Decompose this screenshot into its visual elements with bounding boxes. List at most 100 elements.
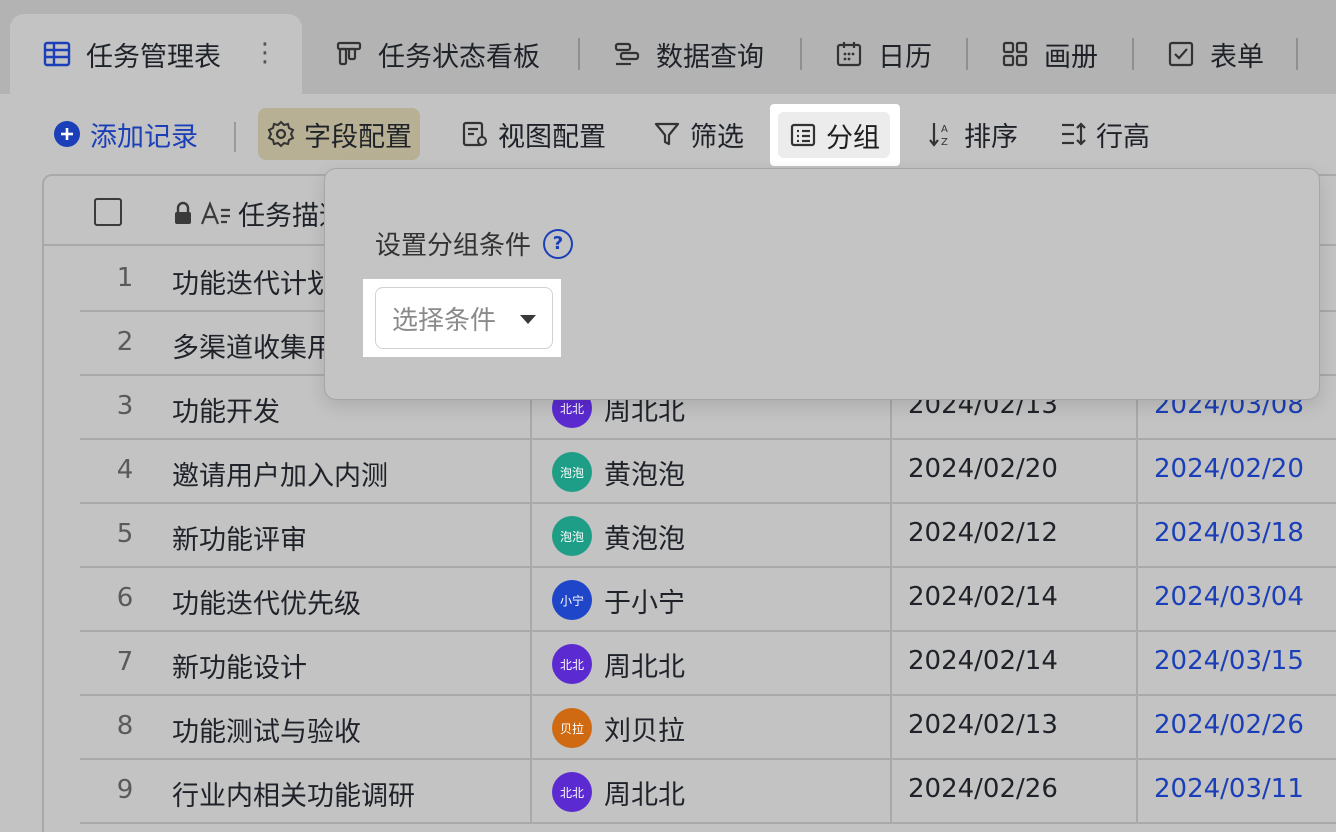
task-cell[interactable]: 邀请用户加入内测 [172, 454, 388, 493]
field-config-button[interactable]: 字段配置 [258, 108, 420, 160]
end-date-cell[interactable]: 2024/03/15 [1136, 632, 1336, 696]
avatar: 贝拉 [552, 708, 592, 748]
task-cell[interactable]: 功能测试与验收 [172, 710, 361, 749]
start-date-cell[interactable]: 2024/02/14 [890, 568, 1136, 632]
task-cell[interactable]: 新功能评审 [172, 518, 307, 557]
end-date-cell[interactable]: 2024/03/04 [1136, 568, 1336, 632]
end-date-cell[interactable]: 2024/02/26 [1136, 696, 1336, 760]
row-number: 8 [116, 711, 134, 741]
row-height-button[interactable]: 行高 [1050, 108, 1158, 160]
help-icon[interactable]: ? [543, 228, 574, 259]
popover-title: 设置分组条件 ? [375, 225, 574, 262]
more-options-icon[interactable]: ⋮ [252, 38, 278, 68]
end-date-cell[interactable]: 2024/02/20 [1136, 440, 1336, 504]
start-date-cell[interactable]: 2024/02/12 [890, 504, 1136, 568]
text-field-icon [200, 200, 232, 228]
task-cell[interactable]: 行业内相关功能调研 [172, 774, 415, 813]
field-config-label: 字段配置 [304, 121, 412, 153]
owner-cell[interactable]: 北北 周北北 [530, 760, 890, 824]
view-tab-bar: 任务管理表 ⋮ 任务状态看板 数据查询 日历 画册 表单 [0, 0, 1336, 94]
form-icon [1166, 39, 1196, 69]
caret-down-icon [520, 315, 536, 324]
owner-cell[interactable]: 泡泡 黄泡泡 [530, 440, 890, 504]
select-all-checkbox[interactable] [94, 198, 122, 226]
start-date-cell[interactable]: 2024/02/13 [890, 696, 1136, 760]
owner-cell[interactable]: 泡泡 黄泡泡 [530, 504, 890, 568]
row-number: 2 [116, 327, 134, 357]
svg-text:A: A [941, 124, 948, 135]
row-height-icon [1058, 119, 1088, 149]
tab-task-table[interactable]: 任务管理表 ⋮ [10, 14, 302, 94]
owner-cell[interactable]: 小宁 于小宁 [530, 568, 890, 632]
owner-name: 黄泡泡 [604, 459, 685, 491]
task-cell[interactable]: 功能开发 [172, 390, 280, 429]
table-row[interactable]: 9 行业内相关功能调研 北北 周北北 2024/02/26 2024/03/11 [80, 760, 1336, 824]
sort-label: 排序 [964, 121, 1018, 153]
sort-az-icon: AZ [926, 119, 956, 149]
tab-label: 任务状态看板 [378, 41, 540, 73]
start-date-cell[interactable]: 2024/02/20 [890, 440, 1136, 504]
group-settings-popover: 设置分组条件 ? 选择条件 [324, 168, 1320, 400]
calendar-icon [834, 39, 864, 69]
tab-divider [800, 38, 802, 70]
group-button[interactable]: 分组 [778, 112, 890, 158]
kanban-icon [334, 39, 364, 69]
start-date-cell[interactable]: 2024/02/14 [890, 632, 1136, 696]
column-header-task[interactable]: 任务描述 [172, 194, 346, 233]
tab-label: 表单 [1210, 41, 1264, 73]
sort-button[interactable]: AZ 排序 [918, 108, 1026, 160]
grid-table-icon [42, 39, 72, 69]
table-row[interactable]: 6 功能迭代优先级 小宁 于小宁 2024/02/14 2024/03/04 [80, 568, 1336, 632]
row-number: 1 [116, 263, 134, 293]
row-number: 9 [116, 775, 134, 805]
task-cell[interactable]: 功能迭代优先级 [172, 582, 361, 621]
view-config-button[interactable]: 视图配置 [452, 108, 614, 160]
tab-label: 任务管理表 [86, 41, 221, 73]
owner-cell[interactable]: 贝拉 刘贝拉 [530, 696, 890, 760]
task-cell[interactable]: 功能迭代计划 [172, 262, 334, 301]
tab-kanban[interactable]: 任务状态看板 [334, 14, 540, 94]
owner-name: 刘贝拉 [604, 715, 685, 747]
popover-title-text: 设置分组条件 [375, 231, 532, 261]
filter-label: 筛选 [690, 121, 744, 153]
owner-cell[interactable]: 北北 周北北 [530, 632, 890, 696]
avatar: 北北 [552, 644, 592, 684]
table-row[interactable]: 5 新功能评审 泡泡 黄泡泡 2024/02/12 2024/03/18 [80, 504, 1336, 568]
gallery-icon [1000, 39, 1030, 69]
filter-button[interactable]: 筛选 [644, 108, 752, 160]
end-date-cell[interactable]: 2024/03/11 [1136, 760, 1336, 824]
tab-label: 数据查询 [656, 41, 764, 73]
table-row[interactable]: 8 功能测试与验收 贝拉 刘贝拉 2024/02/13 2024/02/26 [80, 696, 1336, 760]
view-settings-icon [460, 119, 490, 149]
avatar: 泡泡 [552, 452, 592, 492]
filter-icon [652, 119, 682, 149]
add-record-label: 添加记录 [90, 121, 198, 153]
table-row[interactable]: 4 邀请用户加入内测 泡泡 黄泡泡 2024/02/20 2024/02/20 [80, 440, 1336, 504]
end-date-cell[interactable]: 2024/03/18 [1136, 504, 1336, 568]
avatar: 小宁 [552, 580, 592, 620]
row-number: 6 [116, 583, 134, 613]
task-cell[interactable]: 新功能设计 [172, 646, 307, 685]
owner-name: 黄泡泡 [604, 523, 685, 555]
row-number: 3 [116, 391, 134, 421]
tab-label: 画册 [1044, 41, 1098, 73]
group-list-icon [788, 120, 818, 150]
owner-name: 周北北 [604, 651, 685, 683]
tab-data-query[interactable]: 数据查询 [612, 14, 764, 94]
view-config-label: 视图配置 [498, 121, 606, 153]
tab-calendar[interactable]: 日历 [834, 14, 932, 94]
group-label: 分组 [826, 122, 880, 154]
tab-divider [578, 38, 580, 70]
tab-form[interactable]: 表单 [1166, 14, 1264, 94]
start-date-cell[interactable]: 2024/02/26 [890, 760, 1136, 824]
gear-icon [266, 119, 296, 149]
svg-text:Z: Z [941, 137, 948, 148]
add-record-button[interactable]: 添加记录 [44, 108, 206, 160]
table-row[interactable]: 7 新功能设计 北北 周北北 2024/02/14 2024/03/15 [80, 632, 1336, 696]
tab-label: 日历 [878, 41, 932, 73]
toolbar: 添加记录 字段配置 视图配置 筛选 分组 AZ 排序 行高 [0, 104, 1336, 166]
avatar: 泡泡 [552, 516, 592, 556]
gantt-icon [612, 39, 642, 69]
tab-gallery[interactable]: 画册 [1000, 14, 1098, 94]
group-condition-select[interactable]: 选择条件 [375, 287, 553, 349]
